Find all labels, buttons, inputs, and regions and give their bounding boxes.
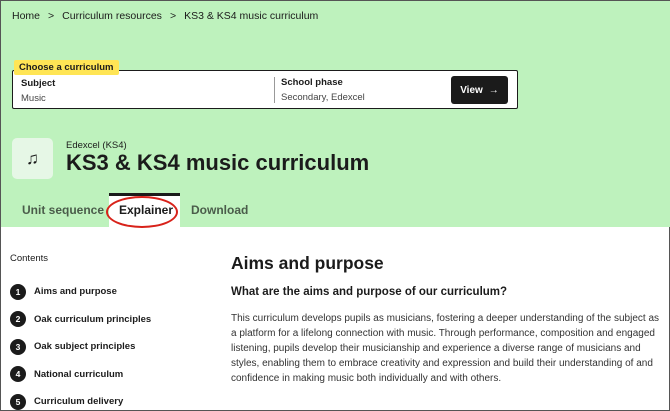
tab-bar: Unit sequence Explainer Download	[1, 193, 670, 227]
section-subheading: What are the aims and purpose of our cur…	[231, 286, 508, 298]
music-note-icon: ♫	[12, 138, 53, 179]
contents-number: 3	[10, 338, 26, 355]
tab-explainer[interactable]: Explainer	[119, 203, 173, 217]
contents-item[interactable]: 3 Oak subject principles	[10, 333, 151, 361]
contents-item[interactable]: 2 Oak curriculum principles	[10, 306, 151, 334]
view-button-label: View	[460, 84, 483, 96]
breadcrumb-home[interactable]: Home	[12, 10, 40, 22]
music-note-glyph: ♫	[26, 148, 39, 168]
breadcrumb-separator: >	[48, 10, 55, 22]
contents-label: Aims and purpose	[34, 286, 117, 298]
contents-item[interactable]: 4 National curriculum	[10, 361, 151, 389]
contents-number: 5	[10, 393, 26, 410]
page-title: KS3 & KS4 music curriculum	[66, 150, 370, 175]
contents-list: 1 Aims and purpose 2 Oak curriculum princi…	[10, 278, 151, 411]
contents-label: Curriculum delivery	[34, 396, 124, 408]
subject-label: Subject	[21, 78, 56, 89]
school-phase-label: School phase	[281, 77, 343, 88]
choose-curriculum-tag: Choose a curriculum	[14, 60, 119, 75]
breadcrumb-current: KS3 & KS4 music curriculum	[184, 10, 319, 22]
tab-unit-sequence[interactable]: Unit sequence	[22, 203, 104, 217]
contents-label: Oak subject principles	[34, 341, 136, 353]
school-phase-field[interactable]: School phase Secondary, Edexcel	[274, 77, 365, 103]
section-paragraph: This curriculum develops pupils as music…	[231, 313, 660, 384]
page-frame: Home > Curriculum resources > KS3 & KS4 …	[0, 0, 670, 411]
subject-value: Music	[21, 93, 46, 104]
view-button[interactable]: View →	[451, 76, 508, 104]
contents-number: 2	[10, 311, 26, 328]
contents-label: Oak curriculum principles	[34, 313, 152, 325]
breadcrumb-separator: >	[169, 10, 177, 22]
subject-field[interactable]: Subject Music	[21, 78, 55, 104]
breadcrumb: Home > Curriculum resources > KS3 & KS4 …	[12, 10, 318, 22]
breadcrumb-curriculum-resources[interactable]: Curriculum resources	[62, 10, 162, 22]
curriculum-chooser: Subject Music School phase Secondary, Ed…	[12, 70, 518, 109]
contents-item[interactable]: 1 Aims and purpose	[10, 278, 151, 306]
contents-number: 1	[10, 283, 26, 300]
arrow-right-icon: →	[488, 84, 499, 96]
contents-number: 4	[10, 366, 26, 383]
contents-label: National curriculum	[34, 368, 124, 380]
school-phase-value: Secondary, Edexcel	[281, 92, 365, 103]
section-heading: Aims and purpose	[231, 253, 384, 273]
hero-banner: Home > Curriculum resources > KS3 & KS4 …	[1, 1, 670, 227]
contents-item[interactable]: 5 Curriculum delivery	[10, 388, 151, 411]
tab-download[interactable]: Download	[191, 203, 248, 217]
contents-title: Contents	[10, 253, 49, 264]
